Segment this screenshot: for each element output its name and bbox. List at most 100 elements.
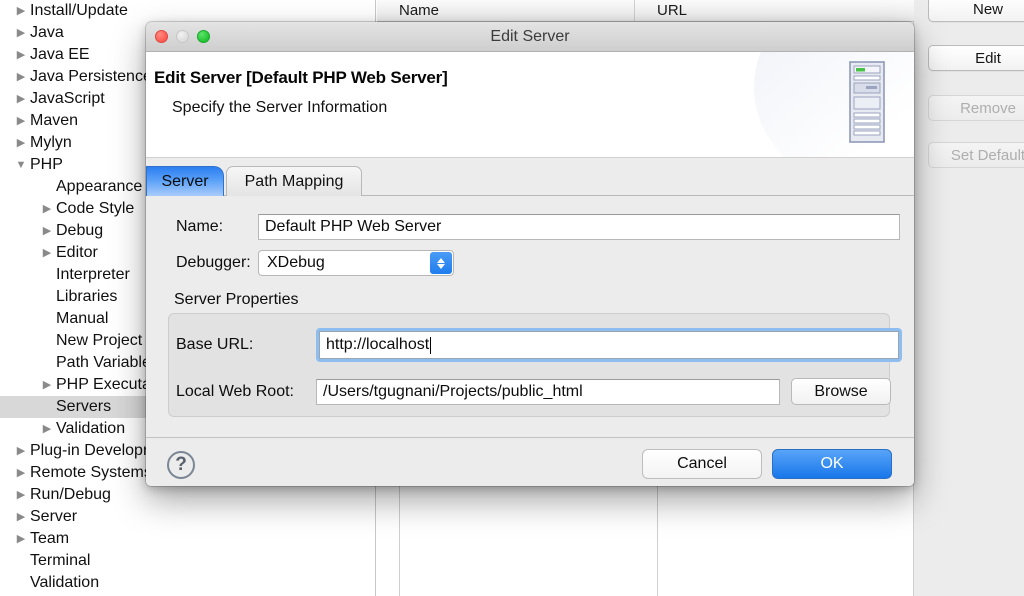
- chevron-right-icon[interactable]: ▶: [14, 94, 28, 105]
- tree-item-label: Server: [30, 508, 77, 526]
- tree-item-label: Servers: [56, 398, 111, 416]
- chevron-right-icon[interactable]: ▶: [14, 138, 28, 149]
- chevron-right-icon[interactable]: ▶: [14, 446, 28, 457]
- chevron-right-icon[interactable]: ▶: [14, 468, 28, 479]
- chevron-up-down-icon[interactable]: [430, 252, 452, 274]
- tree-item-label: Libraries: [56, 288, 117, 306]
- tab-path-mapping[interactable]: Path Mapping: [226, 166, 362, 196]
- chevron-right-icon[interactable]: ▶: [14, 534, 28, 545]
- debugger-select[interactable]: XDebug: [258, 250, 454, 276]
- tree-item-label: Validation: [56, 420, 125, 438]
- tree-item-validation[interactable]: ▶Validation: [0, 572, 376, 594]
- new-button[interactable]: New: [928, 0, 1024, 22]
- chevron-right-icon[interactable]: ▶: [40, 204, 54, 215]
- debugger-field-row: Debugger: XDebug: [176, 250, 454, 276]
- tree-item-server[interactable]: ▶Server: [0, 506, 376, 528]
- chevron-right-icon[interactable]: ▶: [40, 424, 54, 435]
- server-tower-icon: [846, 60, 892, 148]
- chevron-right-icon: ▶: [14, 556, 28, 567]
- dialog-window-title: Edit Server: [146, 28, 914, 46]
- chevron-right-icon[interactable]: ▶: [14, 6, 28, 17]
- text-caret: [430, 337, 431, 354]
- browse-button[interactable]: Browse: [791, 378, 891, 405]
- minimize-window-icon: [176, 30, 189, 43]
- tree-item-label: JavaScript: [30, 90, 105, 108]
- dialog-titlebar[interactable]: Edit Server: [146, 22, 914, 52]
- set-default-button: Set Default: [928, 142, 1024, 168]
- name-field-row: Name: Default PHP Web Server: [176, 214, 900, 240]
- maximize-window-icon[interactable]: [197, 30, 210, 43]
- tree-item-label: Mylyn: [30, 134, 72, 152]
- dialog-footer: ? Cancel OK: [146, 438, 914, 486]
- dialog-header: Edit Server [Default PHP Web Server] Spe…: [146, 52, 914, 158]
- chevron-right-icon[interactable]: ▶: [40, 248, 54, 259]
- local-web-root-field-row: Local Web Root: /Users/tgugnani/Projects…: [176, 378, 891, 405]
- dialog-tabstrip: Server Path Mapping: [146, 166, 914, 196]
- dialog-subheading: Specify the Server Information: [172, 99, 914, 117]
- tree-item-label: Run/Debug: [30, 486, 111, 504]
- local-web-root-label: Local Web Root:: [176, 383, 316, 401]
- tree-item-label: Install/Update: [30, 2, 128, 20]
- base-url-input[interactable]: http://localhost: [319, 331, 899, 359]
- chevron-right-icon[interactable]: ▶: [14, 50, 28, 61]
- debugger-label: Debugger:: [176, 254, 258, 272]
- close-window-icon[interactable]: [155, 30, 168, 43]
- screen-root: ▶Install/Update▶Java▶Java EE▶Java Persis…: [0, 0, 1024, 596]
- tree-item-label: Team: [30, 530, 69, 548]
- tree-item-label: Maven: [30, 112, 78, 130]
- tree-item-label: Java EE: [30, 46, 90, 64]
- name-input[interactable]: Default PHP Web Server: [258, 214, 900, 240]
- edit-server-dialog: Edit Server Edit Server [Default PHP Web…: [146, 22, 914, 486]
- tree-item-label: Remote Systems: [30, 464, 152, 482]
- remove-button: Remove: [928, 95, 1024, 121]
- tab-server[interactable]: Server: [146, 166, 224, 196]
- local-web-root-input[interactable]: /Users/tgugnani/Projects/public_html: [316, 379, 780, 405]
- chevron-right-icon[interactable]: ▶: [14, 512, 28, 523]
- server-properties-title: Server Properties: [174, 291, 299, 309]
- window-controls: [155, 30, 210, 43]
- chevron-right-icon: ▶: [14, 578, 28, 589]
- chevron-down-icon[interactable]: ▼: [14, 160, 28, 171]
- chevron-right-icon[interactable]: ▶: [14, 72, 28, 83]
- tree-item-label: Validation: [30, 574, 99, 592]
- debugger-selected-value: XDebug: [267, 254, 325, 272]
- chevron-right-icon[interactable]: ▶: [14, 28, 28, 39]
- base-url-focus-ring: http://localhost: [316, 328, 902, 362]
- chevron-right-icon: ▶: [40, 182, 54, 193]
- dialog-body: Name: Default PHP Web Server Debugger: X…: [146, 196, 914, 438]
- tree-item-label: Java Persistence: [30, 68, 152, 86]
- tree-item-label: Path Variables: [56, 354, 159, 372]
- dialog-heading: Edit Server [Default PHP Web Server]: [154, 68, 914, 88]
- base-url-field-row: Base URL: http://localhost: [176, 328, 902, 362]
- tree-item-label: Debug: [56, 222, 103, 240]
- chevron-right-icon: ▶: [40, 292, 54, 303]
- chevron-right-icon: ▶: [40, 402, 54, 413]
- chevron-right-icon: ▶: [40, 358, 54, 369]
- ok-button[interactable]: OK: [772, 449, 892, 479]
- cancel-button[interactable]: Cancel: [642, 449, 762, 479]
- tree-item-label: PHP: [30, 156, 63, 174]
- tree-item-label: Editor: [56, 244, 98, 262]
- tree-item-run-debug[interactable]: ▶Run/Debug: [0, 484, 376, 506]
- chevron-right-icon: ▶: [40, 336, 54, 347]
- chevron-right-icon[interactable]: ▶: [40, 380, 54, 391]
- tree-item-label: Java: [30, 24, 64, 42]
- tree-item-label: Terminal: [30, 552, 90, 570]
- chevron-right-icon[interactable]: ▶: [14, 116, 28, 127]
- chevron-right-icon[interactable]: ▶: [14, 490, 28, 501]
- chevron-right-icon[interactable]: ▶: [40, 226, 54, 237]
- column-header-name[interactable]: Name: [377, 0, 635, 21]
- tree-item-team[interactable]: ▶Team: [0, 528, 376, 550]
- tree-item-terminal[interactable]: ▶Terminal: [0, 550, 376, 572]
- base-url-label: Base URL:: [176, 336, 316, 354]
- tree-item-install-update[interactable]: ▶Install/Update: [0, 0, 376, 22]
- servers-button-column: New Edit Remove Set Default: [914, 0, 1024, 596]
- column-header-url[interactable]: URL: [635, 0, 914, 21]
- name-label: Name:: [176, 218, 258, 236]
- edit-button[interactable]: Edit: [928, 45, 1024, 71]
- tree-item-label: Code Style: [56, 200, 134, 218]
- help-icon[interactable]: ?: [167, 451, 195, 479]
- servers-table-header: Name URL: [377, 0, 914, 22]
- chevron-right-icon: ▶: [40, 314, 54, 325]
- tree-item-label: Manual: [56, 310, 108, 328]
